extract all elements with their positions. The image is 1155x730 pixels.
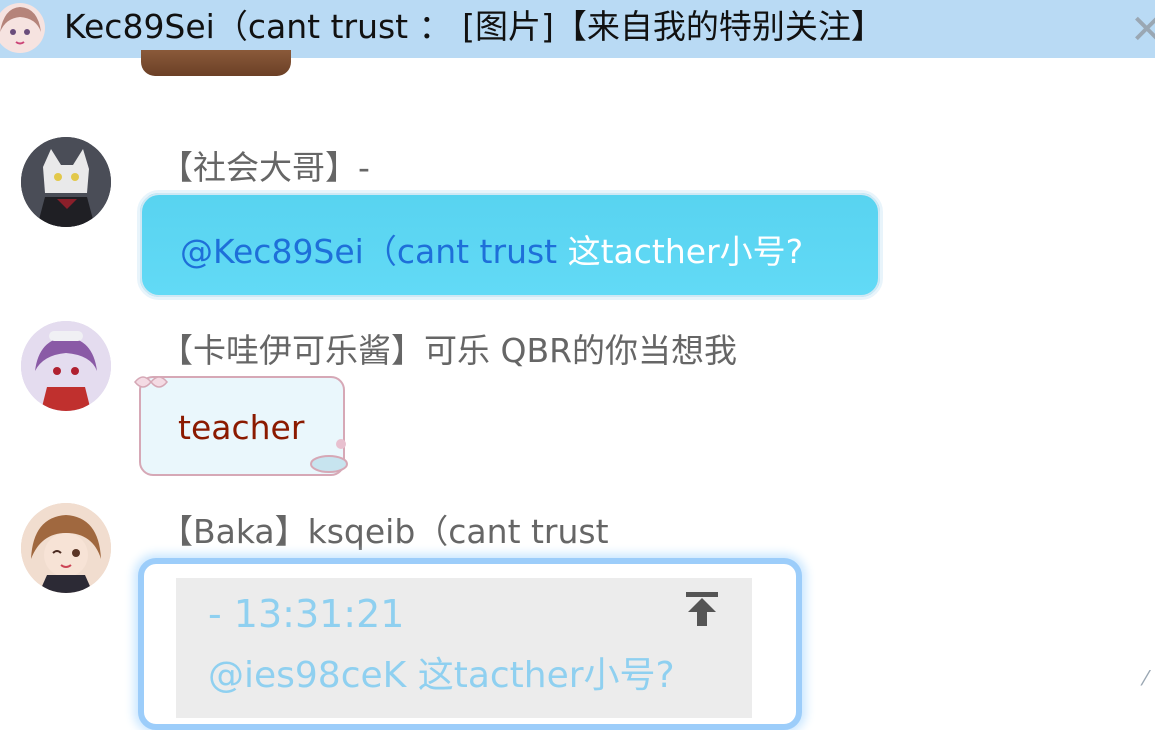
notification-avatar	[0, 3, 45, 53]
sender-name: 【社会大哥】-	[160, 148, 370, 187]
message-body: 这tacther小号?	[557, 232, 804, 271]
sender-name: 【卡哇伊可乐酱】可乐 QBR的你当想我	[160, 331, 738, 370]
message-text: teacher	[178, 408, 305, 447]
quoted-message[interactable]: - 13:31:21 @ies98ceK 这tacther小号?	[176, 578, 752, 718]
close-icon[interactable]: ✕	[1130, 10, 1155, 50]
sender-name: 【Baka】ksqeib（cant trust	[160, 512, 609, 551]
message-text: @Kec89Sei（cant trust 这tacther小号?	[180, 225, 803, 273]
mention-link[interactable]: @Kec89Sei（cant trust	[180, 232, 557, 271]
previous-image-bottom[interactable]	[141, 50, 291, 76]
cat-avatar-icon	[21, 137, 111, 227]
anime-girl-avatar-icon	[21, 503, 111, 593]
notification-title: Kec89Sei（cant trust ： [图片]【来自我的特别关注】	[64, 7, 884, 46]
bubble-decoration-icon	[310, 439, 348, 473]
quote-text: @ies98ceK 这tacther小号?	[208, 655, 675, 696]
scroll-indicator[interactable]: ⁄	[1144, 666, 1147, 690]
quote-timestamp: - 13:31:21	[208, 592, 405, 636]
avatar[interactable]	[21, 321, 111, 411]
avatar[interactable]	[21, 503, 111, 593]
avatar[interactable]	[21, 137, 111, 227]
jump-to-top-icon[interactable]	[682, 588, 722, 628]
bow-decoration-icon	[134, 376, 168, 388]
anime-girl-avatar-icon	[21, 321, 111, 411]
message-bubble[interactable]: @Kec89Sei（cant trust 这tacther小号?	[137, 190, 883, 300]
message-bubble[interactable]: teacher	[134, 376, 348, 476]
